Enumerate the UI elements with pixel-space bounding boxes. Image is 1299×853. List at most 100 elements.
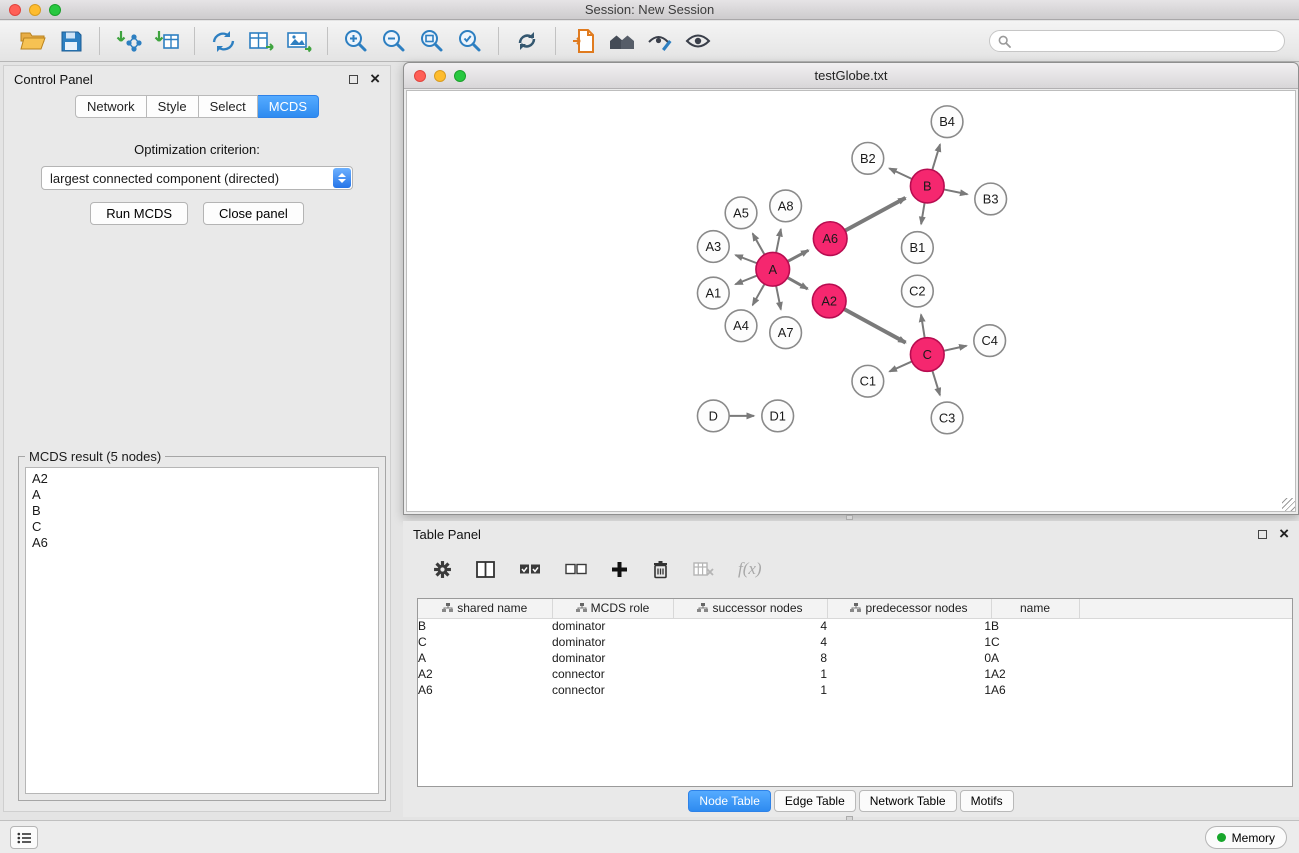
window-resize-grip[interactable] — [1282, 498, 1295, 511]
graph-edge-A-A7[interactable] — [776, 286, 781, 310]
show-hide-details-button[interactable] — [679, 24, 717, 58]
graph-node-B3[interactable]: B3 — [975, 183, 1007, 215]
close-table-panel-icon[interactable]: × — [1279, 528, 1289, 540]
close-panel-button[interactable]: Close panel — [203, 202, 304, 225]
column-header-mcds-role[interactable]: MCDS role — [552, 599, 673, 618]
graph-edge-B-B1[interactable] — [921, 203, 924, 224]
graph-node-A6[interactable]: A6 — [813, 222, 847, 256]
graph-edge-C-C3[interactable] — [932, 371, 940, 396]
task-history-button[interactable] — [10, 826, 38, 849]
select-all-button[interactable] — [519, 563, 541, 576]
show-columns-button[interactable] — [476, 561, 495, 578]
graph-edge-A2-C[interactable] — [844, 309, 906, 343]
zoom-selected-button[interactable] — [451, 24, 489, 58]
table-row[interactable]: B dominator 4 1 B — [418, 618, 1292, 634]
tab-network-table[interactable]: Network Table — [859, 790, 957, 812]
graph-node-D[interactable]: D — [697, 400, 729, 432]
table-row[interactable]: A6 connector 1 1 A6 — [418, 682, 1292, 698]
home-button[interactable] — [603, 24, 641, 58]
create-column-button[interactable] — [611, 561, 628, 578]
close-window-button[interactable] — [9, 4, 21, 16]
graph-node-C1[interactable]: C1 — [852, 365, 884, 397]
graphics-details-button[interactable] — [641, 24, 679, 58]
table-settings-button[interactable] — [433, 560, 452, 579]
graph-node-A1[interactable]: A1 — [697, 277, 729, 309]
delete-table-button[interactable] — [693, 561, 714, 577]
tab-edge-table[interactable]: Edge Table — [774, 790, 856, 812]
criterion-dropdown[interactable]: largest connected component (directed) — [41, 166, 353, 190]
first-neighbors-button[interactable] — [204, 24, 242, 58]
minimize-window-button[interactable] — [29, 4, 41, 16]
zoom-out-button[interactable] — [375, 24, 413, 58]
close-panel-icon[interactable]: × — [370, 73, 380, 85]
save-session-button[interactable] — [52, 24, 90, 58]
graph-node-B[interactable]: B — [910, 169, 944, 203]
graph-node-B1[interactable]: B1 — [902, 232, 934, 264]
table-row[interactable]: A2 connector 1 1 A2 — [418, 666, 1292, 682]
graph-node-B2[interactable]: B2 — [852, 143, 884, 175]
zoom-in-button[interactable] — [337, 24, 375, 58]
graph-edge-B-B4[interactable] — [932, 144, 940, 170]
tab-node-table[interactable]: Node Table — [688, 790, 771, 812]
refresh-layout-button[interactable] — [508, 24, 546, 58]
result-item[interactable]: A2 — [32, 471, 372, 487]
memory-button[interactable]: Memory — [1205, 826, 1287, 849]
import-table-button[interactable] — [147, 24, 185, 58]
document-button[interactable] — [565, 24, 603, 58]
network-minimize-button[interactable] — [434, 70, 446, 82]
graph-node-C[interactable]: C — [910, 338, 944, 372]
graph-node-A5[interactable]: A5 — [725, 197, 757, 229]
graph-node-A7[interactable]: A7 — [770, 317, 802, 349]
network-zoom-button[interactable] — [454, 70, 466, 82]
graph-edge-B-B3[interactable] — [944, 189, 968, 194]
column-header-successor-nodes[interactable]: successor nodes — [673, 599, 827, 618]
graph-node-C4[interactable]: C4 — [974, 325, 1006, 357]
graph-node-A3[interactable]: A3 — [697, 231, 729, 263]
graph-edge-B-B2[interactable] — [889, 168, 912, 179]
tab-select[interactable]: Select — [199, 95, 258, 118]
network-close-button[interactable] — [414, 70, 426, 82]
graph-node-C2[interactable]: C2 — [902, 275, 934, 307]
result-item[interactable]: B — [32, 503, 372, 519]
tab-motifs[interactable]: Motifs — [960, 790, 1014, 812]
graph-edge-A-A6[interactable] — [788, 250, 809, 261]
graph-edge-A6-B[interactable] — [845, 198, 905, 231]
horizontal-splitter-handle[interactable] — [846, 515, 853, 520]
deselect-all-button[interactable] — [565, 563, 587, 576]
delete-columns-button[interactable] — [652, 560, 669, 579]
graph-edge-C-C2[interactable] — [921, 315, 925, 338]
column-header-shared-name[interactable]: shared name — [418, 599, 552, 618]
graph-node-D1[interactable]: D1 — [762, 400, 794, 432]
function-builder-button[interactable]: f(x) — [738, 559, 762, 579]
tab-network[interactable]: Network — [75, 95, 147, 118]
graph-edge-C-C4[interactable] — [944, 346, 967, 351]
graph-node-C3[interactable]: C3 — [931, 402, 963, 434]
column-header-name[interactable]: name — [991, 599, 1079, 618]
graph-edge-A-A8[interactable] — [776, 229, 781, 253]
float-panel-icon[interactable] — [349, 75, 358, 84]
tab-style[interactable]: Style — [147, 95, 199, 118]
result-item[interactable]: A6 — [32, 535, 372, 551]
graph-edge-A-A1[interactable] — [735, 276, 757, 285]
network-canvas[interactable]: B4B2BB3A5A8A6B1A3AC2A1A2A4A7C4CC1C3DD1 — [406, 90, 1296, 512]
result-item[interactable]: C — [32, 519, 372, 535]
graph-node-A4[interactable]: A4 — [725, 310, 757, 342]
tab-mcds[interactable]: MCDS — [258, 95, 319, 118]
float-table-panel-icon[interactable] — [1258, 530, 1267, 539]
zoom-window-button[interactable] — [49, 4, 61, 16]
graph-edge-C-C1[interactable] — [890, 361, 912, 371]
graph-node-A2[interactable]: A2 — [812, 284, 846, 318]
run-mcds-button[interactable]: Run MCDS — [90, 202, 188, 225]
table-row[interactable]: C dominator 4 1 C — [418, 634, 1292, 650]
network-window-titlebar[interactable]: testGlobe.txt — [404, 63, 1298, 89]
open-session-button[interactable] — [14, 24, 52, 58]
zoom-fit-button[interactable] — [413, 24, 451, 58]
graph-node-B4[interactable]: B4 — [931, 106, 963, 138]
result-item[interactable]: A — [32, 487, 372, 503]
graph-edge-A-A2[interactable] — [787, 278, 807, 289]
graph-edge-A-A5[interactable] — [753, 234, 765, 255]
import-network-button[interactable] — [109, 24, 147, 58]
export-table-button[interactable] — [242, 24, 280, 58]
graph-edge-A-A3[interactable] — [736, 255, 757, 263]
column-header-predecessor-nodes[interactable]: predecessor nodes — [827, 599, 991, 618]
